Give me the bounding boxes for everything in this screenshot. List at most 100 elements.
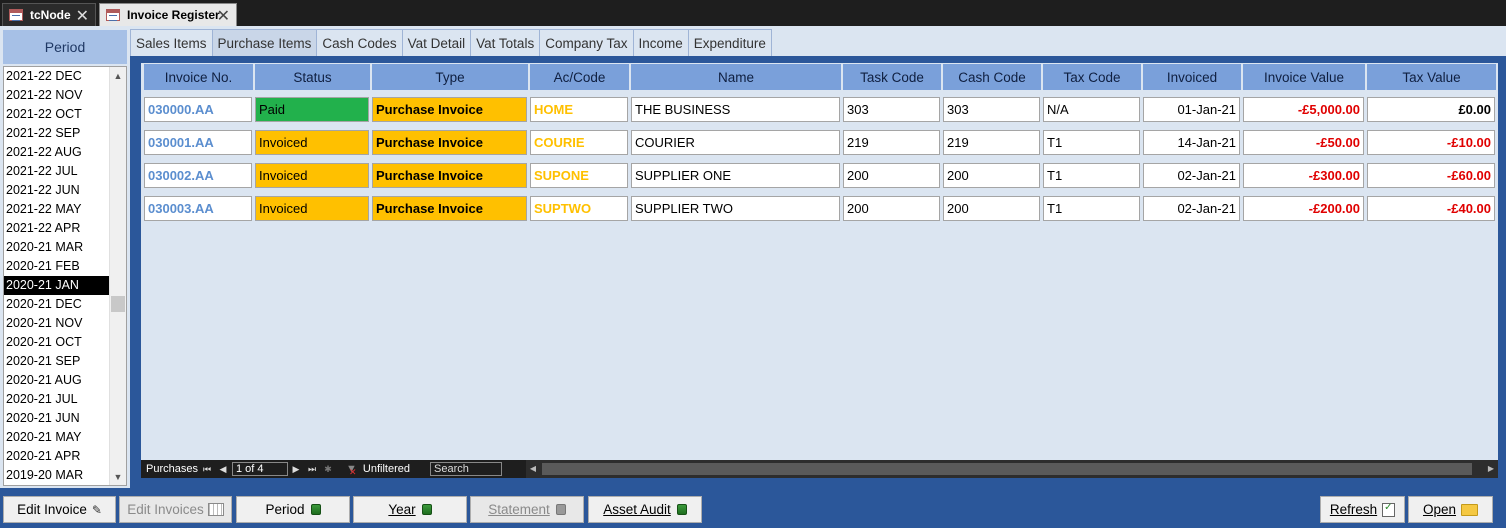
column-header[interactable]: Name — [631, 64, 843, 90]
tab-purchase-items[interactable]: Purchase Items — [211, 29, 318, 56]
doc-tab-invoice-register[interactable]: Invoice Register ✕ — [99, 3, 237, 26]
scroll-down-icon[interactable]: ▼ — [110, 468, 126, 485]
scroll-thumb[interactable] — [111, 296, 125, 312]
search-input[interactable]: Search — [430, 462, 502, 476]
cell-status[interactable]: Invoiced — [255, 163, 369, 188]
new-record-icon[interactable]: ✱ — [321, 460, 335, 478]
column-header[interactable]: Ac/Code — [530, 64, 631, 90]
edit-invoices-button[interactable]: Edit Invoices — [119, 496, 232, 523]
doc-tab-tcnode[interactable]: tcNode ✕ — [2, 3, 96, 26]
open-button[interactable]: Open — [1408, 496, 1493, 523]
cell-name[interactable]: THE BUSINESS — [631, 97, 840, 122]
column-header[interactable]: Invoice Value — [1243, 64, 1367, 90]
period-list[interactable]: 2021-22 DEC 2021-22 NOV 2021-22 OCT 2021-22… — [3, 66, 127, 486]
period-item[interactable]: 2020-21 APR — [4, 447, 110, 466]
tab-sales-items[interactable]: Sales Items — [130, 29, 213, 56]
period-item[interactable]: 2020-21 SEP — [4, 352, 110, 371]
first-record-icon[interactable]: ⏮ — [200, 460, 214, 478]
cell-ac-code[interactable]: HOME — [530, 97, 628, 122]
period-item[interactable]: 2020-21 JAN — [4, 276, 110, 295]
column-header[interactable]: Type — [372, 64, 530, 90]
cell-invoice-value[interactable]: -£5,000.00 — [1243, 97, 1364, 122]
tab-income[interactable]: Income — [632, 29, 689, 56]
edit-invoice-button[interactable]: Edit Invoice ✎ — [3, 496, 116, 523]
filter-toggle[interactable]: ▼ Unfiltered — [346, 460, 410, 481]
table-row[interactable]: 030002.AA Invoiced Purchase Invoice SUPONE S… — [141, 163, 1498, 188]
period-item[interactable]: 2021-22 AUG — [4, 143, 110, 162]
period-item[interactable]: 2021-22 DEC — [4, 67, 110, 86]
scroll-thumb[interactable] — [542, 463, 1472, 475]
period-item[interactable]: 2020-21 AUG — [4, 371, 110, 390]
column-header[interactable]: Status — [255, 64, 372, 90]
cell-task-code[interactable]: 219 — [843, 130, 940, 155]
column-header[interactable]: Cash Code — [943, 64, 1043, 90]
cell-task-code[interactable]: 303 — [843, 97, 940, 122]
period-item[interactable]: 2020-21 FEB — [4, 257, 110, 276]
cell-invoice-no[interactable]: 030003.AA — [144, 196, 252, 221]
column-header[interactable]: Tax Code — [1043, 64, 1143, 90]
tab-cash-codes[interactable]: Cash Codes — [316, 29, 403, 56]
column-header[interactable]: Task Code — [843, 64, 943, 90]
cell-invoice-no[interactable]: 030000.AA — [144, 97, 252, 122]
period-item[interactable]: 2021-22 APR — [4, 219, 110, 238]
close-icon[interactable]: ✕ — [76, 6, 89, 26]
cell-ac-code[interactable]: SUPONE — [530, 163, 628, 188]
refresh-button[interactable]: Refresh — [1320, 496, 1405, 523]
previous-record-icon[interactable]: ◀ — [216, 460, 230, 478]
period-item[interactable]: 2021-22 SEP — [4, 124, 110, 143]
cell-name[interactable]: SUPPLIER ONE — [631, 163, 840, 188]
cell-ac-code[interactable]: COURIE — [530, 130, 628, 155]
cell-name[interactable]: SUPPLIER TWO — [631, 196, 840, 221]
statement-button[interactable]: Statement — [470, 496, 584, 523]
cell-invoice-no[interactable]: 030002.AA — [144, 163, 252, 188]
period-item[interactable]: 2020-21 NOV — [4, 314, 110, 333]
column-header[interactable]: Invoice No. — [144, 64, 255, 90]
table-row[interactable]: 030001.AA Invoiced Purchase Invoice COURIE C… — [141, 130, 1498, 155]
cell-type[interactable]: Purchase Invoice — [372, 130, 527, 155]
cell-status[interactable]: Invoiced — [255, 196, 369, 221]
cell-tax-value[interactable]: -£40.00 — [1367, 196, 1495, 221]
cell-invoiced[interactable]: 14-Jan-21 — [1143, 130, 1240, 155]
cell-tax-value[interactable]: £0.00 — [1367, 97, 1495, 122]
cell-task-code[interactable]: 200 — [843, 163, 940, 188]
cell-invoice-value[interactable]: -£300.00 — [1243, 163, 1364, 188]
cell-type[interactable]: Purchase Invoice — [372, 97, 527, 122]
scroll-right-icon[interactable]: ▶ — [1484, 460, 1498, 478]
period-item[interactable]: 2021-22 NOV — [4, 86, 110, 105]
cell-type[interactable]: Purchase Invoice — [372, 196, 527, 221]
cell-invoice-value[interactable]: -£200.00 — [1243, 196, 1364, 221]
cell-tax-value[interactable]: -£60.00 — [1367, 163, 1495, 188]
period-item[interactable]: 2021-22 JUL — [4, 162, 110, 181]
period-item[interactable]: 2020-21 JUL — [4, 390, 110, 409]
cell-tax-code[interactable]: N/A — [1043, 97, 1140, 122]
tab-vat-totals[interactable]: Vat Totals — [470, 29, 541, 56]
horizontal-scrollbar[interactable]: ◀ ▶ — [526, 460, 1498, 478]
cell-invoiced[interactable]: 01-Jan-21 — [1143, 97, 1240, 122]
period-item[interactable]: 2019-20 MAR — [4, 466, 110, 485]
cell-invoice-value[interactable]: -£50.00 — [1243, 130, 1364, 155]
period-item[interactable]: 2021-22 MAY — [4, 200, 110, 219]
cell-name[interactable]: COURIER — [631, 130, 840, 155]
table-row[interactable]: 030000.AA Paid Purchase Invoice HOME THE BUS… — [141, 97, 1498, 122]
column-header[interactable]: Tax Value — [1367, 64, 1498, 90]
next-record-icon[interactable]: ▶ — [289, 460, 303, 478]
table-row[interactable]: 030003.AA Invoiced Purchase Invoice SUPTWO S… — [141, 196, 1498, 221]
cell-status[interactable]: Invoiced — [255, 130, 369, 155]
cell-type[interactable]: Purchase Invoice — [372, 163, 527, 188]
cell-invoiced[interactable]: 02-Jan-21 — [1143, 163, 1240, 188]
cell-tax-value[interactable]: -£10.00 — [1367, 130, 1495, 155]
column-header[interactable]: Invoiced — [1143, 64, 1243, 90]
cell-status[interactable]: Paid — [255, 97, 369, 122]
cell-ac-code[interactable]: SUPTWO — [530, 196, 628, 221]
cell-cash-code[interactable]: 200 — [943, 196, 1040, 221]
tab-vat-detail[interactable]: Vat Detail — [401, 29, 472, 56]
period-item[interactable]: 2021-22 OCT — [4, 105, 110, 124]
cell-cash-code[interactable]: 200 — [943, 163, 1040, 188]
tab-expenditure[interactable]: Expenditure — [687, 29, 772, 56]
scroll-up-icon[interactable]: ▲ — [110, 67, 126, 84]
cell-tax-code[interactable]: T1 — [1043, 130, 1140, 155]
scroll-left-icon[interactable]: ◀ — [526, 460, 540, 478]
period-item[interactable]: 2020-21 OCT — [4, 333, 110, 352]
cell-tax-code[interactable]: T1 — [1043, 196, 1140, 221]
cell-task-code[interactable]: 200 — [843, 196, 940, 221]
